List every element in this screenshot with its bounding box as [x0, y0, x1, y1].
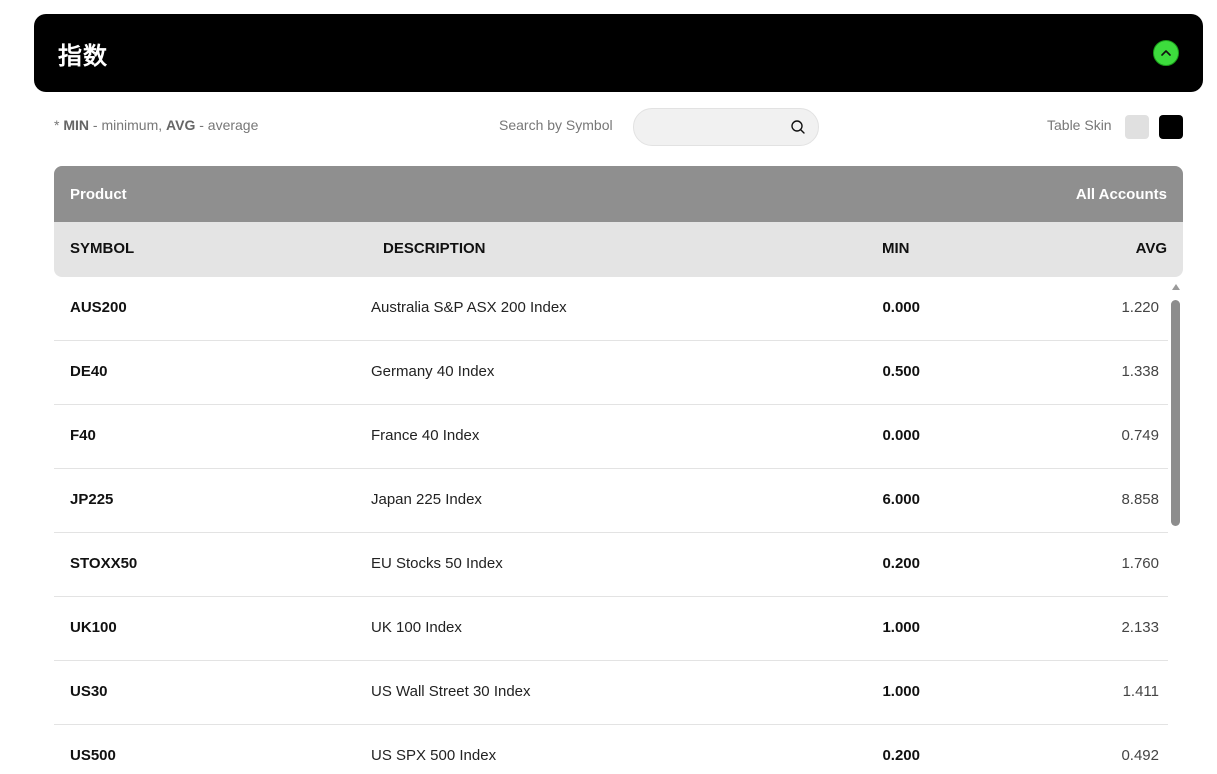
legend-avg-key: AVG	[166, 117, 196, 133]
table-column-header: SYMBOL DESCRIPTION MIN AVG	[54, 222, 1183, 277]
cell-symbol: F40	[70, 427, 96, 444]
cell-symbol: US30	[70, 683, 108, 700]
table-row: STOXX50 EU Stocks 50 Index 0.200 1.760	[54, 533, 1168, 597]
col-symbol: SYMBOL	[70, 240, 135, 257]
table-group-header: Product All Accounts	[54, 166, 1183, 222]
cell-avg: 2.133	[1121, 619, 1159, 636]
cell-description: Japan 225 Index	[371, 491, 482, 508]
skin-light-option[interactable]	[1125, 115, 1149, 139]
chevron-up-icon	[1161, 50, 1171, 56]
col-avg: AVG	[1135, 240, 1167, 257]
table-row: US30 US Wall Street 30 Index 1.000 1.411	[54, 661, 1168, 725]
cell-min: 0.000	[882, 299, 920, 316]
cell-description: US Wall Street 30 Index	[371, 683, 531, 700]
scrollbar-thumb[interactable]	[1171, 300, 1180, 526]
search-input[interactable]	[634, 109, 774, 145]
table-body: AUS200 Australia S&P ASX 200 Index 0.000…	[54, 277, 1168, 774]
search-label: Search by Symbol	[499, 117, 613, 133]
search-icon[interactable]	[790, 119, 806, 135]
cell-avg: 0.492	[1121, 747, 1159, 764]
table-row: US500 US SPX 500 Index 0.200 0.492	[54, 725, 1168, 774]
cell-description: Germany 40 Index	[371, 363, 495, 380]
table-scrollbar[interactable]	[1170, 284, 1182, 774]
table-skin-label: Table Skin	[1047, 117, 1112, 133]
cell-description: UK 100 Index	[371, 619, 462, 636]
cell-avg: 8.858	[1121, 491, 1159, 508]
cell-min: 1.000	[882, 683, 920, 700]
cell-symbol: US500	[70, 747, 116, 764]
group-product-label: Product	[70, 185, 127, 203]
cell-avg: 1.760	[1121, 555, 1159, 572]
section-title: 指数	[58, 42, 108, 70]
legend-min-key: MIN	[63, 117, 90, 133]
collapse-button[interactable]	[1153, 40, 1179, 66]
cell-min: 1.000	[882, 619, 920, 636]
cell-avg: 1.338	[1121, 363, 1159, 380]
table-row: JP225 Japan 225 Index 6.000 8.858	[54, 469, 1168, 533]
cell-description: France 40 Index	[371, 427, 480, 444]
cell-avg: 1.411	[1122, 683, 1159, 700]
table-row: UK100 UK 100 Index 1.000 2.133	[54, 597, 1168, 661]
cell-avg: 1.220	[1121, 299, 1159, 316]
search-box[interactable]	[633, 108, 819, 146]
scroll-up-icon[interactable]	[1172, 284, 1180, 290]
table-row: DE40 Germany 40 Index 0.500 1.338	[54, 341, 1168, 405]
table-row: AUS200 Australia S&P ASX 200 Index 0.000…	[54, 277, 1168, 341]
cell-min: 0.000	[882, 427, 920, 444]
legend-note: * MIN - minimum, AVG - average	[54, 117, 258, 133]
cell-symbol: JP225	[70, 491, 114, 508]
cell-symbol: DE40	[70, 363, 108, 380]
cell-avg: 0.749	[1121, 427, 1159, 444]
skin-dark-option[interactable]	[1159, 115, 1183, 139]
cell-min: 0.200	[882, 747, 920, 764]
legend-prefix: *	[54, 117, 60, 133]
table-row: F40 France 40 Index 0.000 0.749	[54, 405, 1168, 469]
section-header: 指数	[34, 14, 1203, 92]
cell-description: EU Stocks 50 Index	[371, 555, 503, 572]
legend-avg-text: - average	[199, 117, 259, 133]
cell-symbol: AUS200	[70, 299, 127, 316]
cell-min: 0.500	[882, 363, 920, 380]
col-description: DESCRIPTION	[383, 240, 486, 257]
cell-min: 6.000	[882, 491, 920, 508]
cell-description: Australia S&P ASX 200 Index	[371, 299, 567, 316]
cell-symbol: STOXX50	[70, 555, 138, 572]
col-min: MIN	[882, 240, 910, 257]
cell-symbol: UK100	[70, 619, 117, 636]
legend-min-text: - minimum,	[92, 117, 163, 133]
group-accounts-label: All Accounts	[1075, 185, 1167, 203]
cell-min: 0.200	[882, 555, 920, 572]
cell-description: US SPX 500 Index	[371, 747, 497, 764]
